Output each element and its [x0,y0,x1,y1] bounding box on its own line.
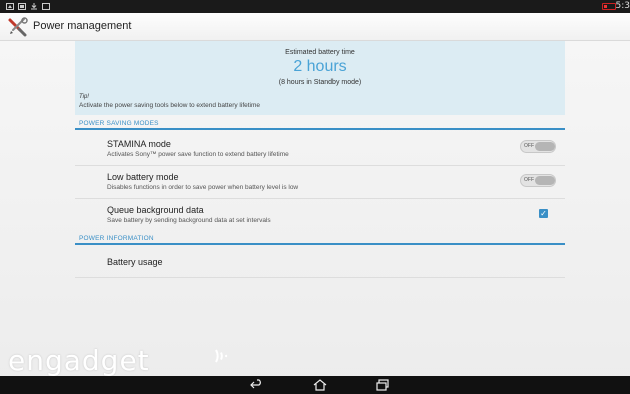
queue-background-data-title: Queue background data [107,205,204,215]
status-time: 5:3 [615,1,630,11]
checkmark-icon: ✓ [540,209,547,218]
tip-title: Tip! [79,94,89,100]
toggle-state: OFF [524,177,534,183]
toggle-knob [535,176,555,185]
section-title: POWER SAVING MODES [79,120,159,127]
home-icon[interactable] [313,379,327,391]
status-bar: 5:3 [0,0,630,13]
battery-low-icon [602,3,616,10]
engadget-logo-icon [215,349,228,363]
toggle-knob [535,142,555,151]
stamina-mode-row[interactable]: STAMINA mode Activates Sony™ power save … [75,132,565,166]
standby-estimate: (8 hours in Standby mode) [278,79,362,86]
queue-background-data-checkbox[interactable]: ✓ [539,209,548,218]
stamina-mode-title: STAMINA mode [107,139,171,149]
tools-icon[interactable] [7,17,29,37]
power-management-panel: Estimated battery time 2 hours (8 hours … [75,41,565,321]
battery-estimate-card: Estimated battery time 2 hours (8 hours … [75,41,565,115]
battery-usage-title: Battery usage [107,257,163,267]
low-battery-mode-title: Low battery mode [107,172,179,182]
stamina-mode-toggle[interactable]: OFF [520,140,556,153]
screenshot-icon-2 [42,3,50,10]
low-battery-mode-toggle[interactable]: OFF [520,174,556,187]
engadget-watermark: engadget [8,344,150,377]
estimated-battery-value: 2 hours [293,58,347,75]
download-icon [31,3,37,10]
back-icon[interactable] [250,379,264,391]
queue-background-data-subtitle: Save battery by sending background data … [107,217,271,224]
estimated-battery-label: Estimated battery time [285,49,355,56]
low-battery-mode-subtitle: Disables functions in order to save powe… [107,184,299,191]
low-battery-mode-row[interactable]: Low battery mode Disables functions in o… [75,166,565,199]
section-title: POWER INFORMATION [79,235,154,242]
section-power-information: POWER INFORMATION [75,233,565,245]
section-power-saving-modes: POWER SAVING MODES [75,118,565,130]
battery-usage-row[interactable]: Battery usage [75,247,565,278]
queue-background-data-row[interactable]: Queue background data Save battery by se… [75,199,565,231]
screenshot-icon [6,3,14,10]
image-icon [18,3,26,10]
action-bar: Power management [0,13,630,41]
page-title: Power management [33,20,132,32]
tip-text: Activate the power saving tools below to… [79,102,261,109]
stamina-mode-subtitle: Activates Sony™ power save function to e… [107,151,289,158]
recents-icon[interactable] [376,379,390,391]
navigation-bar [0,376,630,394]
toggle-state: OFF [524,143,534,149]
